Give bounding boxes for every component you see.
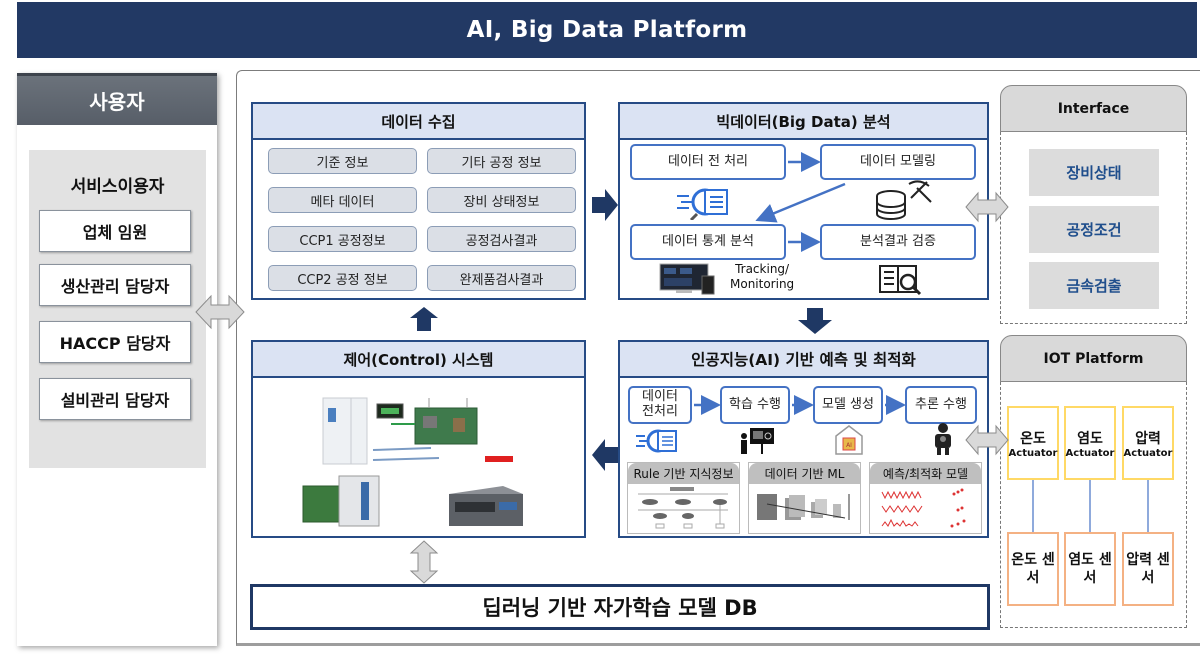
controller-display-image bbox=[376, 403, 404, 419]
platform-title: AI, Big Data Platform bbox=[466, 17, 748, 43]
interface-item-metal-detection[interactable]: 금속검출 bbox=[1029, 262, 1159, 309]
interface-item-process-conditions[interactable]: 공정조건 bbox=[1029, 206, 1159, 253]
data-search-icon bbox=[677, 188, 728, 220]
sensor-pressure[interactable]: 압력 센서 bbox=[1122, 532, 1174, 606]
sensor-salinity[interactable]: 염도 센서 bbox=[1064, 532, 1116, 606]
arrow-up-icon bbox=[410, 307, 438, 331]
data-item-ccp2-process[interactable]: CCP2 공정 정보 bbox=[268, 265, 417, 291]
user-item-haccp-manager[interactable]: HACCP 담당자 bbox=[39, 321, 191, 363]
data-item-meta-data[interactable]: 메타 데이터 bbox=[268, 187, 417, 213]
connector-line bbox=[1089, 480, 1091, 532]
data-item-ccp1-process[interactable]: CCP1 공정정보 bbox=[268, 226, 417, 252]
arrow-left-icon bbox=[592, 439, 618, 471]
database-mining-icon bbox=[876, 180, 932, 220]
cnn-diagram bbox=[757, 494, 850, 520]
robot-icon bbox=[935, 423, 951, 455]
interface-title: Interface bbox=[1000, 85, 1187, 132]
double-arrow-horizontal-icon bbox=[965, 424, 1009, 456]
sensor-temperature[interactable]: 온도 센서 bbox=[1007, 532, 1059, 606]
service-users-group: 서비스이용자 업체 임원 생산관리 담당자 HACCP 담당자 설비관리 담당자 bbox=[29, 150, 206, 468]
card-prediction-optimization-model[interactable]: 예측/최적화 모델 bbox=[869, 462, 982, 534]
data-item-process-inspection[interactable]: 공정검사결과 bbox=[427, 226, 576, 252]
arrow-right-icon bbox=[592, 189, 618, 221]
actuator-salinity[interactable]: 염도 Actuator bbox=[1064, 406, 1116, 480]
control-equipment-illustration bbox=[302, 397, 523, 527]
iot-platform-panel: 온도 Actuator 염도 Actuator 압력 Actuator 온도 센… bbox=[1000, 382, 1187, 628]
big-data-section: 빅데이터(Big Data) 분석 데이터 전 처리 데이터 모델링 데이터 통… bbox=[618, 102, 989, 300]
data-item-base-info[interactable]: 기준 정보 bbox=[268, 148, 417, 174]
interface-panel: 장비상태 공정조건 금속검출 bbox=[1000, 132, 1187, 324]
data-item-final-inspection[interactable]: 완제품검사결과 bbox=[427, 265, 576, 291]
connector-line bbox=[1032, 480, 1034, 532]
data-search-icon bbox=[636, 429, 677, 453]
prediction-charts bbox=[881, 488, 966, 528]
double-arrow-vertical-icon bbox=[409, 540, 439, 584]
card-data-based-ml[interactable]: 데이터 기반 ML bbox=[748, 462, 861, 534]
svg-text:AI: AI bbox=[846, 442, 852, 449]
arrow-down-icon bbox=[798, 308, 832, 334]
data-item-other-process-info[interactable]: 기타 공정 정보 bbox=[427, 148, 576, 174]
users-title: 사용자 bbox=[17, 76, 217, 125]
double-arrow-horizontal-icon bbox=[195, 294, 245, 330]
industrial-pc-image bbox=[302, 475, 380, 527]
tracking-monitoring-label: Tracking/ Monitoring bbox=[730, 262, 795, 291]
user-item-production-manager[interactable]: 생산관리 담당자 bbox=[39, 264, 191, 306]
rule-tree-diagram bbox=[638, 487, 728, 529]
service-users-title: 서비스이용자 bbox=[70, 177, 165, 197]
monitoring-dashboard-icon bbox=[659, 263, 715, 295]
oven-cabinet-image bbox=[322, 397, 368, 465]
actuator-pressure[interactable]: 압력 Actuator bbox=[1122, 406, 1174, 480]
data-collection-section: 데이터 수집 기준 정보 기타 공정 정보 메타 데이터 장비 상태정보 CCP… bbox=[251, 102, 586, 300]
user-item-executive[interactable]: 업체 임원 bbox=[39, 210, 191, 252]
control-system-title: 제어(Control) 시스템 bbox=[253, 342, 584, 378]
control-system-section: 제어(Control) 시스템 bbox=[251, 340, 586, 538]
data-collection-title: 데이터 수집 bbox=[253, 104, 584, 140]
users-panel: 사용자 서비스이용자 업체 임원 생산관리 담당자 HACCP 담당자 설비관리… bbox=[17, 73, 217, 646]
embedded-box-pc-image bbox=[449, 486, 523, 526]
iot-platform-title: IOT Platform bbox=[1000, 335, 1187, 382]
card-rule-based-knowledge[interactable]: Rule 기반 지식정보 bbox=[627, 462, 740, 534]
double-arrow-horizontal-icon bbox=[965, 191, 1009, 223]
ai-section: 인공지능(AI) 기반 예측 및 최적화 데이터 전처리 학습 수행 모델 생성… bbox=[618, 340, 989, 538]
connector-line bbox=[1147, 480, 1149, 532]
platform-title-bar: AI, Big Data Platform bbox=[17, 2, 1197, 58]
data-item-equipment-status[interactable]: 장비 상태정보 bbox=[427, 187, 576, 213]
training-presentation-icon bbox=[741, 428, 774, 454]
ai-chip-house-icon: AI bbox=[835, 425, 863, 455]
user-item-facility-manager[interactable]: 설비관리 담당자 bbox=[39, 378, 191, 420]
self-learning-model-db[interactable]: 딥러닝 기반 자가학습 모델 DB bbox=[250, 584, 990, 630]
actuator-temperature[interactable]: 온도 Actuator bbox=[1007, 406, 1059, 480]
document-review-icon bbox=[879, 265, 922, 296]
interface-item-equipment-status[interactable]: 장비상태 bbox=[1029, 149, 1159, 196]
